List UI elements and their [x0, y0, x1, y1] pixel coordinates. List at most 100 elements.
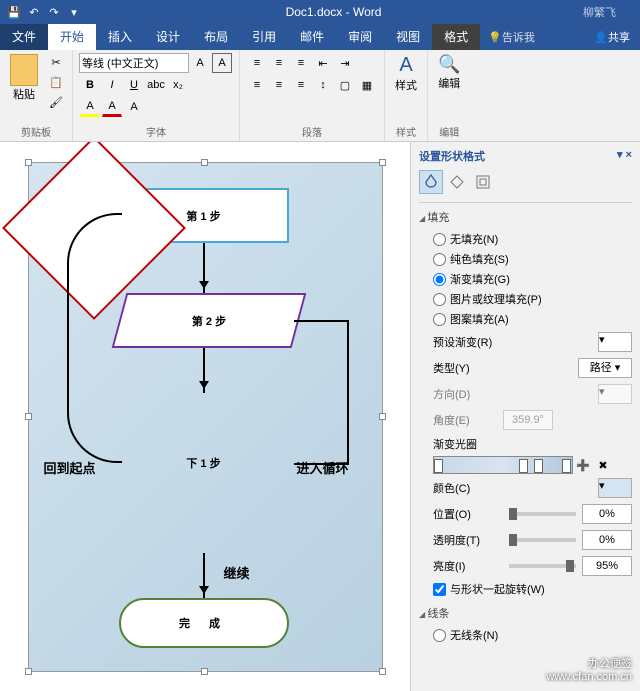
subscript-button[interactable]: x₂ [168, 75, 188, 95]
styles-button[interactable]: A 样式 [391, 52, 421, 95]
align-center-button[interactable]: ≡ [269, 75, 289, 95]
gradient-stop[interactable] [434, 459, 443, 473]
qat-more-icon[interactable]: ▾ [65, 3, 83, 21]
save-icon[interactable]: 💾 [5, 3, 23, 21]
flowchart-shape[interactable]: 第 1 步 第 2 步 下 1 步 完 成 回到起点 进入循环 继续 [28, 162, 383, 672]
curve-connector[interactable] [67, 213, 122, 463]
fill-line-tab-icon[interactable] [419, 170, 443, 194]
resize-handle[interactable] [201, 668, 208, 675]
pattern-fill-radio[interactable]: 图案填充(A) [419, 309, 632, 329]
font-color-button[interactable]: A [102, 97, 122, 117]
tab-file[interactable]: 文件 [0, 24, 48, 50]
resize-handle[interactable] [201, 159, 208, 166]
brightness-slider[interactable] [509, 564, 576, 568]
arrow-connector[interactable] [203, 348, 205, 393]
effects-tab-icon[interactable] [445, 170, 469, 194]
arrow-connector[interactable] [203, 553, 205, 598]
no-fill-radio[interactable]: 无填充(N) [419, 229, 632, 249]
tab-mailings[interactable]: 邮件 [288, 24, 336, 50]
brightness-input[interactable] [582, 556, 632, 576]
share-label: 共享 [608, 29, 630, 45]
gradient-fill-radio[interactable]: 渐变填充(G) [419, 269, 632, 289]
resize-handle[interactable] [25, 159, 32, 166]
gradient-stop[interactable] [534, 459, 543, 473]
tab-format[interactable]: 格式 [432, 24, 480, 50]
line-spacing-button[interactable]: ↕ [313, 75, 333, 95]
italic-button[interactable]: I [102, 75, 122, 95]
direction-picker: ▾ [598, 384, 632, 404]
strike-button[interactable]: abc [146, 75, 166, 95]
preset-label: 预设渐变(R) [433, 334, 503, 350]
no-line-radio[interactable]: 无线条(N) [419, 625, 632, 645]
clipboard-icon [10, 54, 38, 86]
bullets-button[interactable]: ≡ [247, 53, 267, 73]
tab-layout[interactable]: 布局 [192, 24, 240, 50]
tab-references[interactable]: 引用 [240, 24, 288, 50]
document-canvas[interactable]: 第 1 步 第 2 步 下 1 步 完 成 回到起点 进入循环 继续 [0, 142, 410, 691]
align-left-button[interactable]: ≡ [247, 75, 267, 95]
shading-button[interactable]: ▢ [335, 75, 355, 95]
resize-handle[interactable] [379, 668, 386, 675]
indent-dec-button[interactable]: ⇤ [313, 53, 333, 73]
undo-icon[interactable]: ↶ [25, 3, 43, 21]
flow-step-2[interactable]: 第 2 步 [111, 293, 306, 348]
highlight-button[interactable]: A [80, 97, 100, 117]
step2-label: 第 2 步 [191, 313, 225, 329]
loop-connector[interactable] [294, 320, 349, 465]
borders-button[interactable]: ▦ [357, 75, 377, 95]
font-size-inc-icon[interactable]: A [190, 53, 210, 73]
add-stop-icon[interactable]: ➕ [574, 456, 592, 474]
color-picker[interactable]: ▾ [598, 478, 632, 498]
resize-handle[interactable] [379, 413, 386, 420]
remove-stop-icon[interactable]: ✖ [594, 456, 612, 474]
size-tab-icon[interactable] [471, 170, 495, 194]
flow-terminal[interactable]: 完 成 [119, 598, 289, 648]
transparency-input[interactable] [582, 530, 632, 550]
tab-insert[interactable]: 插入 [96, 24, 144, 50]
multilevel-button[interactable]: ≡ [291, 53, 311, 73]
group-styles: A 样式 样式 [385, 50, 428, 141]
position-input[interactable] [582, 504, 632, 524]
tab-review[interactable]: 审阅 [336, 24, 384, 50]
editing-button[interactable]: 🔍 编辑 [434, 52, 464, 93]
paste-button[interactable]: 粘贴 [6, 52, 42, 104]
picture-fill-radio[interactable]: 图片或纹理填充(P) [419, 289, 632, 309]
line-section[interactable]: 线条 [419, 605, 632, 621]
resize-handle[interactable] [379, 159, 386, 166]
bold-button[interactable]: B [80, 75, 100, 95]
paste-label: 粘贴 [13, 86, 35, 102]
resize-handle[interactable] [25, 413, 32, 420]
solid-fill-radio[interactable]: 纯色填充(S) [419, 249, 632, 269]
numbering-button[interactable]: ≡ [269, 53, 289, 73]
pane-close-icon[interactable]: ▾ × [617, 148, 632, 164]
transparency-slider[interactable] [509, 538, 576, 542]
clipboard-label: 剪贴板 [6, 122, 66, 141]
fill-section[interactable]: 填充 [419, 209, 632, 225]
tab-view[interactable]: 视图 [384, 24, 432, 50]
cut-icon[interactable]: ✂ [47, 53, 65, 71]
indent-inc-button[interactable]: ⇥ [335, 53, 355, 73]
rotate-with-shape-checkbox[interactable]: 与形状一起旋转(W) [419, 579, 632, 599]
gradient-stop[interactable] [562, 459, 571, 473]
copy-icon[interactable]: 📋 [47, 73, 65, 91]
font-name-select[interactable] [79, 53, 189, 73]
char-border-icon[interactable]: A [212, 53, 232, 73]
underline-button[interactable]: U [124, 75, 144, 95]
align-right-button[interactable]: ≡ [291, 75, 311, 95]
share-button[interactable]: 👤 共享 [584, 29, 640, 45]
gradient-stops-label: 渐变光圈 [433, 436, 477, 452]
format-painter-icon[interactable]: 🖌 [47, 93, 65, 111]
char-shading-button[interactable]: A [124, 97, 144, 117]
decision-label-wrap: 下 1 步 [139, 398, 269, 528]
tell-me-search[interactable]: 💡 告诉我 [488, 29, 535, 45]
arrow-connector[interactable] [203, 243, 205, 293]
preset-gradient-picker[interactable]: ▾ [598, 332, 632, 352]
resize-handle[interactable] [25, 668, 32, 675]
tab-design[interactable]: 设计 [144, 24, 192, 50]
tab-home[interactable]: 开始 [48, 24, 96, 50]
gradient-stops-bar[interactable] [433, 456, 573, 474]
position-slider[interactable] [509, 512, 576, 516]
redo-icon[interactable]: ↷ [45, 3, 63, 21]
gradient-stop[interactable] [519, 459, 528, 473]
gradient-type-select[interactable]: 路径 ▾ [578, 358, 632, 378]
